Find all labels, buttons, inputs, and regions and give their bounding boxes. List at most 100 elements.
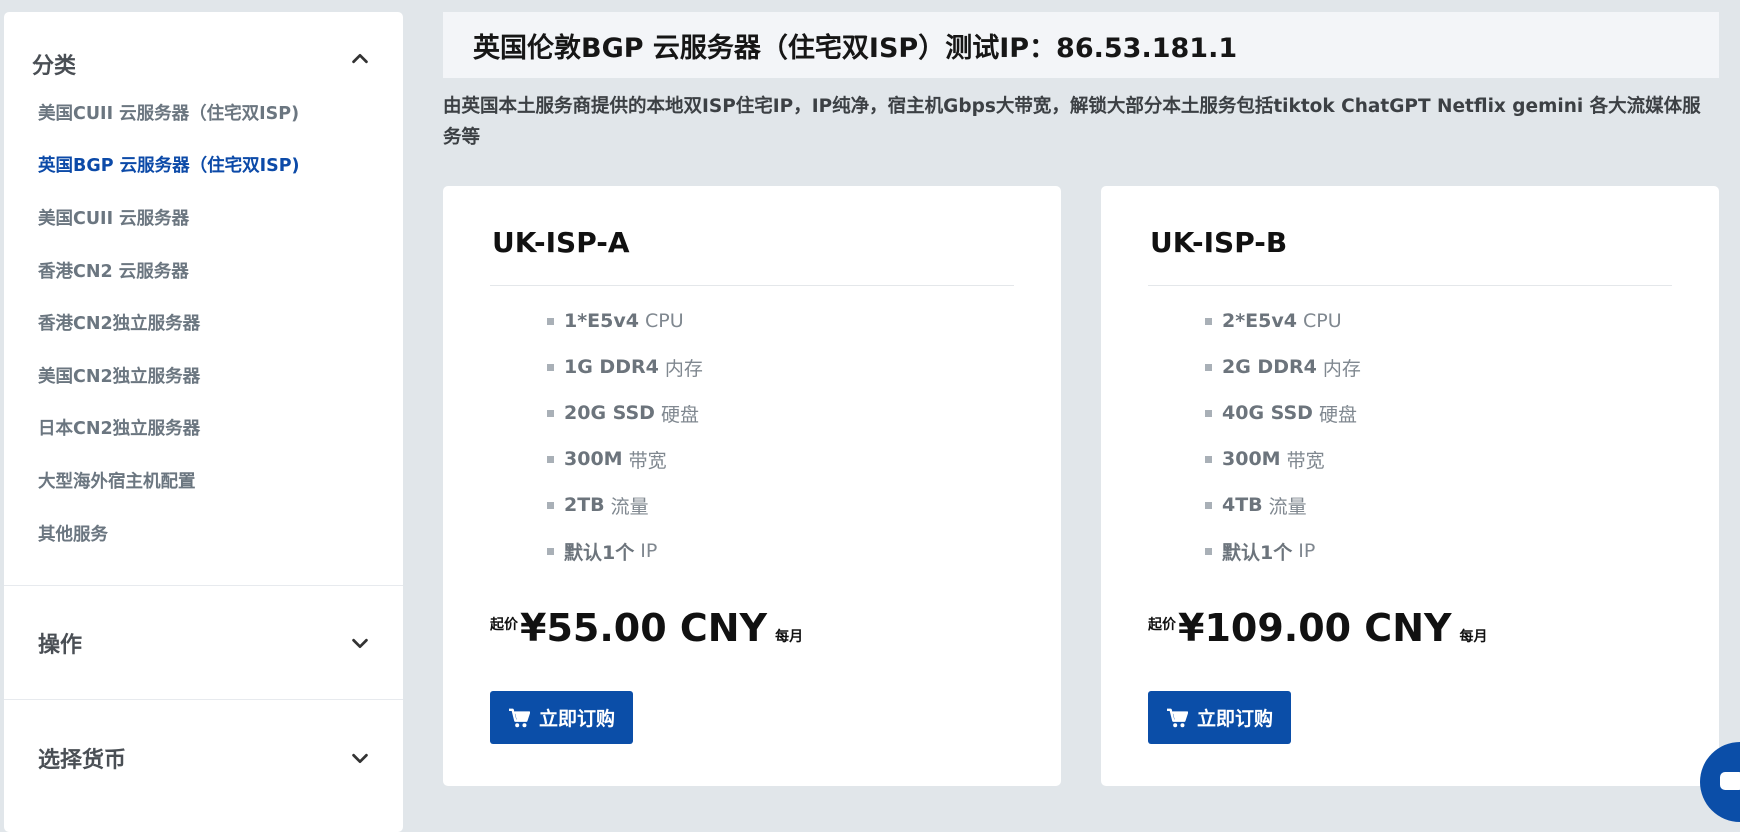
spec-unit: IP (640, 540, 658, 562)
spec-disk: 20G SSD 硬盘 (547, 390, 703, 436)
bullet-icon (1205, 317, 1212, 325)
sidebar-item-label: 香港CN2独立服务器 (38, 314, 201, 335)
bullet-icon (1205, 501, 1212, 509)
page-title-bar: 英国伦敦BGP 云服务器（住宅双ISP）测试IP：86.53.181.1 (443, 12, 1719, 78)
spec-value: 1G DDR4 (564, 356, 659, 378)
bullet-icon (547, 317, 554, 325)
product-price: 起价 ¥55.00 CNY 每月 (490, 606, 803, 650)
spec-unit: 带宽 (1286, 449, 1325, 472)
spec-value: 2G DDR4 (1222, 356, 1317, 378)
sidebar-item-jp-cn2-dedicated[interactable]: 日本CN2独立服务器 (4, 402, 403, 455)
sidebar-item-label: 香港CN2 云服务器 (38, 261, 189, 282)
price-prefix: 起价 (490, 617, 518, 633)
category-list: 美国CUII 云服务器（住宅双ISP) 英国BGP 云服务器（住宅双ISP) 美… (4, 86, 403, 559)
bullet-icon (547, 409, 554, 417)
spec-memory: 1G DDR4 内存 (547, 344, 703, 390)
currency-title: 选择货币 (38, 748, 127, 774)
sidebar-item-label: 日本CN2独立服务器 (38, 419, 201, 440)
spec-unit: CPU (644, 310, 684, 332)
sidebar-item-label: 美国CUII 云服务器（住宅双ISP) (38, 103, 300, 124)
order-button-label: 立即订购 (1197, 708, 1274, 730)
chevron-down-icon[interactable] (349, 632, 371, 654)
product-card: UK-ISP-B 2*E5v4 CPU 2G DDR4 内存 40G SSD 硬盘 3… (1101, 186, 1719, 786)
chat-icon (1720, 772, 1740, 790)
spec-value: 300M (1222, 448, 1281, 470)
sidebar-item-large-host[interactable]: 大型海外宿主机配置 (4, 454, 403, 507)
spec-value: 4TB (1222, 494, 1263, 516)
chevron-down-icon[interactable] (349, 747, 371, 769)
sidebar: 分类 美国CUII 云服务器（住宅双ISP) 英国BGP 云服务器（住宅双ISP… (4, 12, 403, 832)
spec-list: 2*E5v4 CPU 2G DDR4 内存 40G SSD 硬盘 300M 带宽 4TB… (1205, 298, 1361, 574)
bullet-icon (547, 363, 554, 371)
spec-value: 300M (564, 448, 623, 470)
billing-cycle: 每月 (775, 629, 804, 645)
spec-unit: 硬盘 (1318, 403, 1357, 426)
page-title: 英国伦敦BGP 云服务器（住宅双ISP）测试IP：86.53.181.1 (473, 32, 1238, 64)
spec-disk: 40G SSD 硬盘 (1205, 390, 1361, 436)
spec-memory: 2G DDR4 内存 (1205, 344, 1361, 390)
order-now-button[interactable]: 立即订购 (490, 691, 634, 744)
bullet-icon (1205, 363, 1212, 371)
spec-value: 20G SSD (564, 402, 655, 424)
spec-list: 1*E5v4 CPU 1G DDR4 内存 20G SSD 硬盘 300M 带宽 2TB… (547, 298, 703, 574)
sidebar-item-us-cn2-dedicated[interactable]: 美国CN2独立服务器 (4, 349, 403, 402)
card-divider (490, 285, 1014, 286)
bullet-icon (547, 455, 554, 463)
bullet-icon (547, 547, 554, 555)
spec-unit: 内存 (664, 357, 703, 380)
sidebar-item-other[interactable]: 其他服务 (4, 507, 403, 560)
order-button-label: 立即订购 (539, 708, 616, 730)
sidebar-item-label: 英国BGP 云服务器（住宅双ISP) (38, 156, 300, 177)
category-description: 由英国本土服务商提供的本地双ISP住宅IP，IP纯净，宿主机Gbps大带宽，解锁… (443, 96, 1701, 148)
spec-traffic: 4TB 流量 (1205, 482, 1361, 528)
spec-value: 默认1个 (564, 541, 635, 564)
card-divider (1148, 285, 1672, 286)
spec-unit: 流量 (1268, 495, 1307, 518)
actions-header[interactable]: 操作 (4, 586, 403, 699)
sidebar-item-label: 美国CUII 云服务器 (38, 208, 190, 229)
bullet-icon (547, 501, 554, 509)
categories-title: 分类 (32, 54, 77, 79)
spec-value: 40G SSD (1222, 402, 1313, 424)
spec-traffic: 2TB 流量 (547, 482, 703, 528)
price-prefix: 起价 (1148, 617, 1176, 633)
sidebar-item-hk-cn2-dedicated[interactable]: 香港CN2独立服务器 (4, 296, 403, 349)
product-name: UK-ISP-A (492, 226, 630, 259)
bullet-icon (1205, 409, 1212, 417)
spec-bandwidth: 300M 带宽 (547, 436, 703, 482)
spec-value: 1*E5v4 (564, 310, 639, 332)
shopping-cart-icon (1167, 708, 1188, 727)
price-amount: ¥55.00 CNY (520, 606, 768, 650)
spec-cpu: 1*E5v4 CPU (547, 298, 703, 344)
spec-unit: 硬盘 (660, 403, 699, 426)
spec-cpu: 2*E5v4 CPU (1205, 298, 1361, 344)
product-name: UK-ISP-B (1150, 226, 1288, 259)
main-content: 英国伦敦BGP 云服务器（住宅双ISP）测试IP：86.53.181.1 由英国… (443, 12, 1719, 786)
sidebar-item-hk-cn2-cloud[interactable]: 香港CN2 云服务器 (4, 244, 403, 297)
spec-unit: 带宽 (628, 449, 667, 472)
billing-cycle: 每月 (1459, 629, 1488, 645)
spec-value: 默认1个 (1222, 541, 1293, 564)
spec-unit: 内存 (1322, 357, 1361, 380)
spec-value: 2TB (564, 494, 605, 516)
currency-header[interactable]: 选择货币 (4, 700, 403, 816)
order-now-button[interactable]: 立即订购 (1148, 691, 1292, 744)
sidebar-item-uk-bgp-isp[interactable]: 英国BGP 云服务器（住宅双ISP) (4, 139, 403, 192)
chevron-up-icon[interactable] (349, 48, 371, 70)
actions-title: 操作 (38, 632, 83, 658)
product-card: UK-ISP-A 1*E5v4 CPU 1G DDR4 内存 20G SSD 硬盘 3… (443, 186, 1061, 786)
sidebar-item-label: 大型海外宿主机配置 (38, 471, 196, 492)
spec-ip: 默认1个 IP (547, 528, 703, 574)
product-price: 起价 ¥109.00 CNY 每月 (1148, 606, 1488, 650)
price-amount: ¥109.00 CNY (1178, 606, 1452, 650)
spec-ip: 默认1个 IP (1205, 528, 1361, 574)
spec-unit: IP (1298, 540, 1316, 562)
bullet-icon (1205, 455, 1212, 463)
sidebar-item-label: 其他服务 (38, 524, 108, 545)
shopping-cart-icon (509, 708, 530, 727)
spec-value: 2*E5v4 (1222, 310, 1297, 332)
bullet-icon (1205, 547, 1212, 555)
categories-header[interactable]: 分类 (4, 12, 403, 94)
sidebar-item-us-cuii[interactable]: 美国CUII 云服务器 (4, 191, 403, 244)
spec-unit: CPU (1302, 310, 1342, 332)
